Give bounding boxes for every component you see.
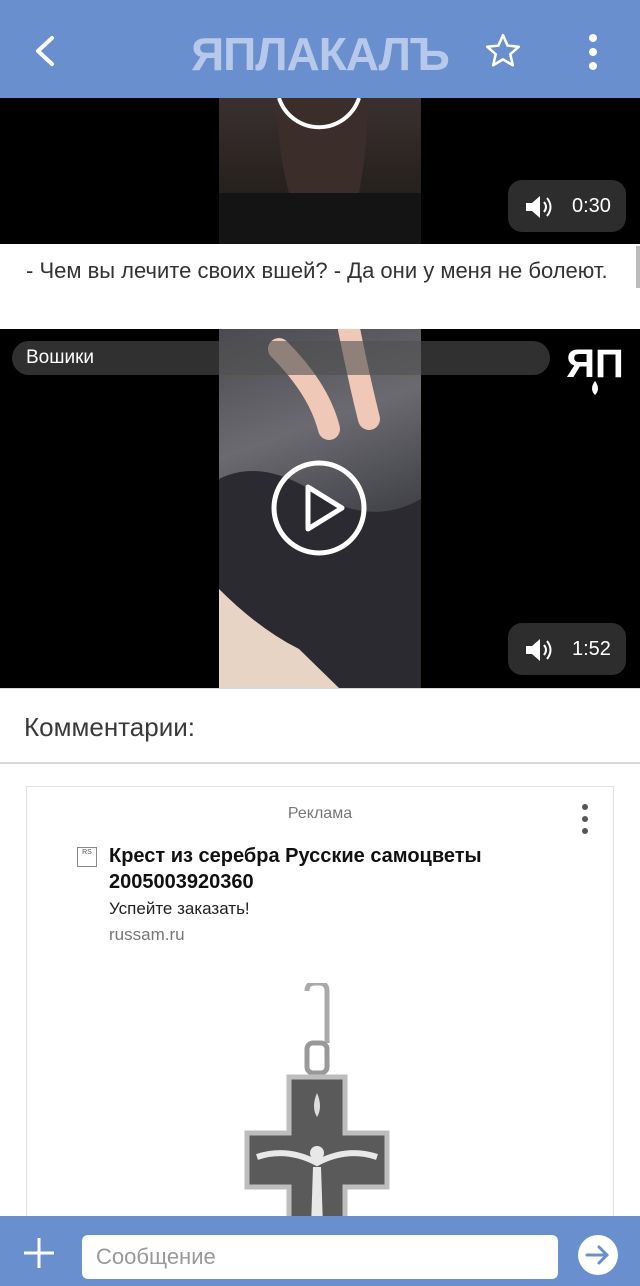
video-1-duration-badge: 0:30	[508, 180, 626, 232]
top-app-bar: ЯПЛАКАЛЪ	[0, 0, 640, 98]
send-arrow-icon	[578, 1235, 618, 1275]
send-button[interactable]	[576, 1233, 620, 1277]
chevron-left-icon	[36, 36, 54, 66]
attach-button[interactable]	[22, 1236, 56, 1270]
ad-title[interactable]: Крест из серебра Русские самоцветы 20050…	[109, 843, 569, 895]
divider	[0, 762, 640, 764]
speaker-icon	[526, 196, 552, 218]
video-2-duration-badge: 1:52	[508, 623, 626, 675]
star-outline-icon	[485, 33, 521, 67]
back-button[interactable]	[26, 30, 68, 72]
video-player-2[interactable]: Вошики ЯП 1:52	[0, 329, 640, 688]
video-2-title-bar: Вошики	[12, 341, 550, 375]
video-1-duration: 0:30	[572, 195, 611, 217]
favorite-button[interactable]	[484, 32, 522, 70]
post-caption: - Чем вы лечите своих вшей? - Да они у м…	[26, 258, 608, 283]
overflow-menu-button[interactable]	[578, 32, 608, 72]
site-logo[interactable]: ЯПЛАКАЛЪ	[180, 24, 460, 84]
video-player-1[interactable]: 0:30	[0, 98, 640, 244]
more-vertical-icon	[589, 34, 597, 70]
ad-product-image[interactable]	[227, 983, 407, 1227]
divider	[0, 688, 640, 689]
video-frame-1	[219, 98, 421, 244]
ad-label: Реклама	[287, 805, 353, 822]
advertiser-icon: RS	[77, 847, 97, 867]
ad-card[interactable]: Реклама RS Крест из серебра Русские само…	[26, 786, 614, 1228]
play-icon[interactable]	[270, 459, 368, 557]
watermark-text: ЯП	[566, 342, 624, 386]
video-2-title: Вошики	[26, 347, 95, 368]
message-composer	[0, 1216, 640, 1286]
video-2-duration: 1:52	[572, 638, 611, 660]
comments-heading: Комментарии:	[24, 712, 195, 742]
more-vertical-icon	[582, 804, 588, 834]
scrollbar[interactable]	[636, 246, 640, 288]
ad-menu-button[interactable]	[577, 803, 593, 835]
message-input[interactable]	[82, 1235, 558, 1279]
ad-description: Успейте заказать!	[109, 899, 250, 918]
logo-text: ЯПЛАКАЛЪ	[191, 28, 449, 80]
yaplakal-watermark: ЯП	[562, 337, 628, 399]
plus-icon	[24, 1238, 54, 1268]
ad-domain[interactable]: russam.ru	[109, 925, 185, 945]
speaker-icon	[526, 639, 552, 661]
